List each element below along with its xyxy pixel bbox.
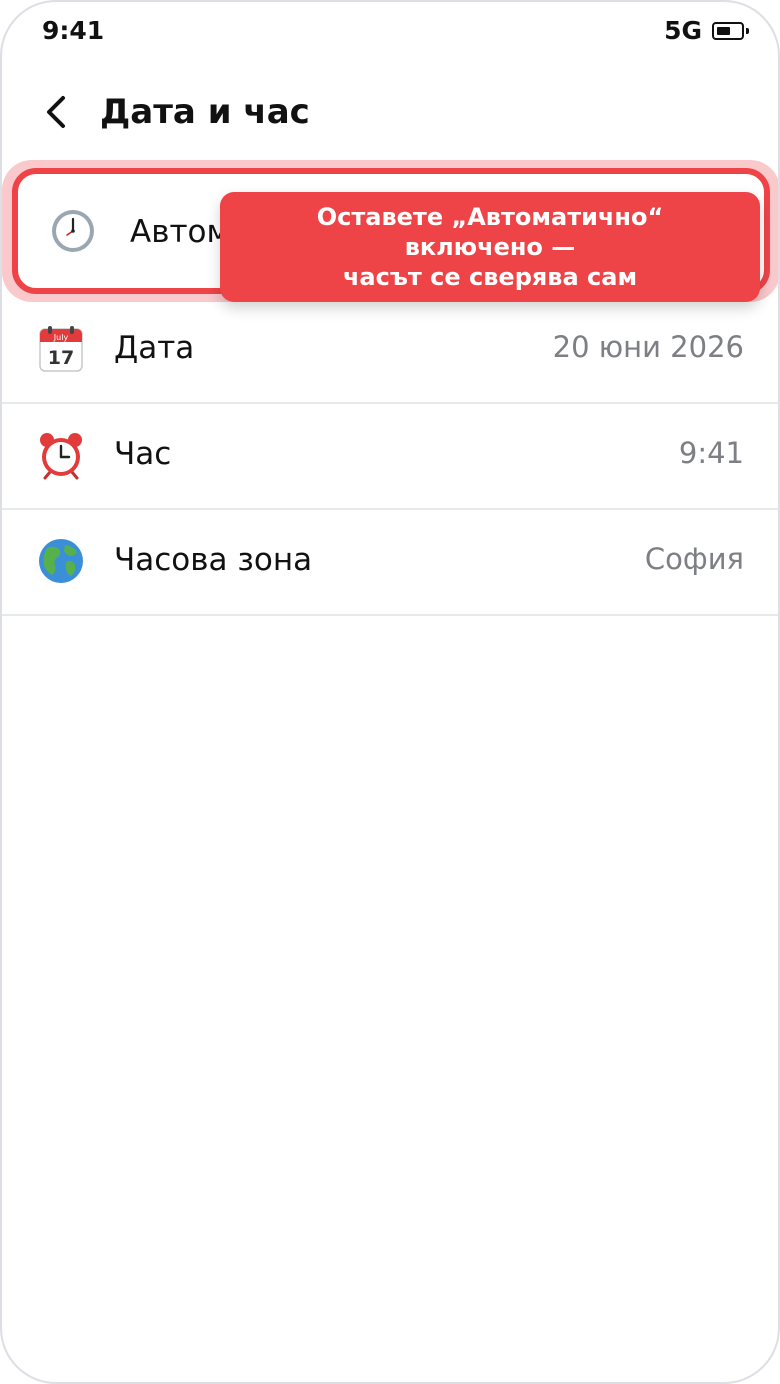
alarm-clock-icon	[40, 433, 82, 480]
timezone-row[interactable]: Часова зона София	[2, 510, 778, 616]
calendar-day: 17	[48, 347, 74, 369]
tooltip-line: часът се сверява сам	[342, 263, 638, 291]
clock-icon	[52, 210, 94, 252]
timezone-label: Часова зона	[114, 542, 313, 578]
globe-icon	[39, 539, 83, 583]
battery-level	[717, 26, 730, 35]
tooltip-line: Оставете „Автоматично“	[316, 203, 664, 231]
battery-icon	[712, 21, 749, 40]
calendar-icon: July 17	[39, 326, 83, 372]
back-button[interactable]	[34, 90, 78, 134]
date-value: 20 юни 2026	[552, 330, 744, 364]
tooltip-line: включено —	[404, 233, 576, 261]
time-label: Час	[114, 436, 172, 472]
battery-tip	[746, 27, 749, 34]
date-row[interactable]: July 17 Дата 20 юни 2026	[2, 298, 778, 404]
settings-list: July 17 Дата 20 юни 2026 Час 9:41 Часова…	[2, 298, 778, 616]
network-indicator: 5G	[664, 16, 702, 45]
status-time: 9:41	[42, 16, 105, 45]
page-title: Дата и час	[100, 92, 310, 132]
hint-tooltip: Оставете „Автоматично“ включено — часът …	[220, 192, 760, 302]
calendar-month: July	[53, 333, 69, 342]
date-label: Дата	[114, 330, 195, 366]
chevron-left-icon	[47, 96, 65, 128]
time-row[interactable]: Час 9:41	[2, 404, 778, 510]
app-header: Дата и час	[2, 74, 778, 154]
time-value: 9:41	[678, 436, 744, 470]
timezone-value: София	[644, 542, 744, 576]
phone-frame: 9:41 5G Дата и час Автоматично Оставет	[0, 0, 780, 1384]
status-bar: 9:41 5G	[2, 2, 778, 66]
status-indicators: 5G	[664, 16, 749, 45]
